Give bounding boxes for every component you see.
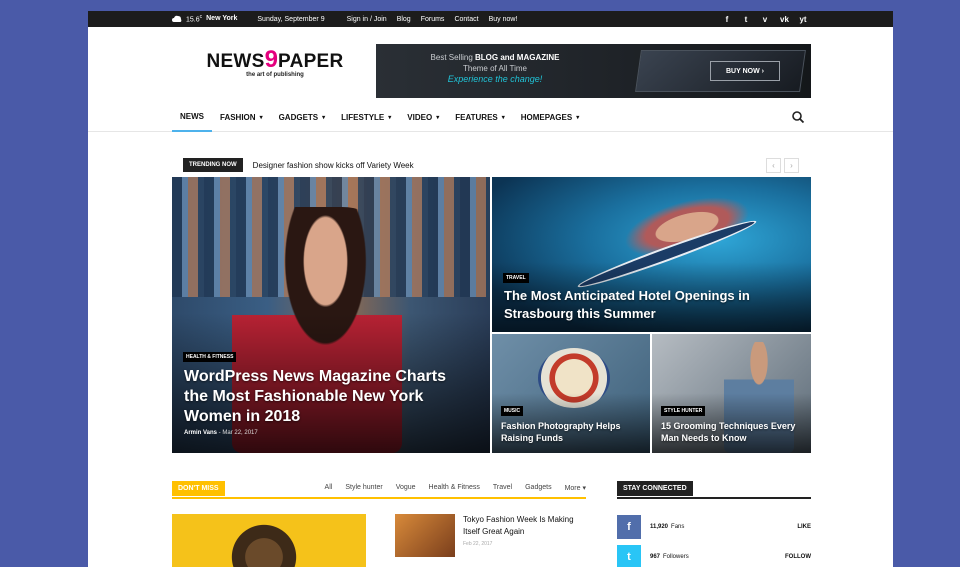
featured-post-big[interactable]: HEALTH & FITNESS WordPress News Magazine… [172,177,490,453]
trending-now-bar: TRENDING NOW Designer fashion show kicks… [172,154,811,176]
chevron-down-icon: ▾ [436,114,440,121]
tab-vogue[interactable]: Vogue [396,484,416,492]
browser-page: 15.6c New York Sunday, September 9 Sign … [88,11,893,567]
post-date: Mar 22, 2017 [222,430,258,436]
facebook-icon[interactable]: f [617,515,641,539]
nav-item-video[interactable]: VIDEO ▾ [399,102,447,132]
buy-now-button[interactable]: BUY NOW › [710,61,780,81]
next-arrow-button[interactable]: › [784,158,799,173]
stay-connected-label: STAY CONNECTED [617,481,693,496]
featured-post-travel[interactable]: TRAVEL The Most Anticipated Hotel Openin… [492,177,811,332]
chevron-down-icon: ▾ [322,114,326,121]
weather-location: New York [206,15,238,23]
tab-gadgets[interactable]: Gadgets [525,484,551,492]
category-badge[interactable]: HEALTH & FITNESS [183,352,237,362]
featured-post-style[interactable]: STYLE HUNTER 15 Grooming Techniques Ever… [652,334,811,453]
trending-headline[interactable]: Designer fashion show kicks off Variety … [253,161,414,170]
category-badge[interactable]: TRAVEL [503,273,529,283]
side-post-thumbnail[interactable] [395,514,455,557]
trending-arrows: ‹ › [766,158,799,173]
side-post: Tokyo Fashion Week Is Making Itself Grea… [463,514,588,547]
side-post-title[interactable]: Tokyo Fashion Week Is Making Itself Grea… [463,514,588,538]
vimeo-icon[interactable]: v [761,15,769,24]
chevron-down-icon: ▾ [501,114,505,121]
youtube-icon[interactable]: yt [799,15,807,24]
top-link-signin[interactable]: Sign in / Join [347,16,387,23]
top-link-forums[interactable]: Forums [421,16,445,23]
social-count: 11,920 Fans [650,524,685,530]
dont-miss-header: DON'T MISS All Style hunter Vogue Health… [172,481,586,499]
side-post-date: Feb 22, 2017 [463,541,493,547]
search-icon[interactable] [791,110,805,124]
nav-item-fashion[interactable]: FASHION ▾ [212,102,271,132]
nav-item-features[interactable]: FEATURES ▾ [447,102,513,132]
header-ad-banner[interactable]: Best Selling BLOG and MAGAZINE Theme of … [376,44,811,98]
prev-arrow-button[interactable]: ‹ [766,158,781,173]
tab-style-hunter[interactable]: Style hunter [345,484,382,492]
nav-item-gadgets[interactable]: GADGETS ▾ [271,102,334,132]
like-button[interactable]: LIKE [797,524,811,530]
tab-more[interactable]: More ▾ [565,484,586,492]
twitter-icon[interactable]: t [617,545,641,567]
logo-nine: 9 [264,46,278,73]
dont-miss-tabs: All Style hunter Vogue Health & Fitness … [325,484,586,492]
featured-post-music[interactable]: MUSIC Fashion Photography Helps Raising … [492,334,650,453]
follow-button[interactable]: FOLLOW [785,554,811,560]
top-link-contact[interactable]: Contact [454,16,478,23]
top-menu: Sign in / Join Blog Forums Contact Buy n… [347,16,518,23]
banner-text: Best Selling BLOG and MAGAZINE Theme of … [430,53,560,84]
logo-word-right: PAPER [278,51,344,72]
facebook-icon[interactable]: f [723,15,731,24]
post-title[interactable]: Fashion Photography Helps Raising Funds [501,420,641,444]
dont-miss-label: DON'T MISS [172,481,225,496]
tab-all[interactable]: All [325,484,333,492]
nav-item-lifestyle[interactable]: LIFESTYLE ▾ [333,102,399,132]
top-bar: 15.6c New York Sunday, September 9 Sign … [88,11,893,27]
top-link-blog[interactable]: Blog [397,16,411,23]
main-navigation: NEWS FASHION ▾ GADGETS ▾ LIFESTYLE ▾ VIDEO ▾… [88,102,893,132]
post-meta: Armin Vans - Mar 22, 2017 [184,430,258,436]
chevron-down-icon: ▾ [576,114,580,121]
social-counter-facebook: f 11,920 Fans LIKE [617,515,811,539]
tab-health-fitness[interactable]: Health & Fitness [429,484,480,492]
logo-word-left: NEWS [206,51,265,72]
site-logo[interactable]: NEWS9PAPER the art of publishing [200,46,350,78]
social-counter-twitter: t 967 Followers FOLLOW [617,545,811,567]
tab-travel[interactable]: Travel [493,484,512,492]
top-link-buy-now[interactable]: Buy now! [489,16,518,23]
category-badge[interactable]: STYLE HUNTER [661,406,706,416]
site-header: NEWS9PAPER the art of publishing Best Se… [88,27,893,102]
post-title[interactable]: The Most Anticipated Hotel Openings in S… [504,287,794,323]
post-author[interactable]: Armin Vans [184,430,217,436]
twitter-icon[interactable]: t [742,15,750,24]
image-curly-hair [224,522,304,567]
post-title[interactable]: 15 Grooming Techniques Every Man Needs t… [661,420,806,444]
chevron-down-icon: ▾ [388,114,392,121]
current-date: Sunday, September 9 [257,15,325,23]
top-social-icons: f t v vk yt [723,11,807,27]
vk-icon[interactable]: vk [780,15,789,24]
weather-icon [172,15,182,22]
social-count: 967 Followers [650,554,689,560]
dont-miss-main-image[interactable] [172,514,366,567]
trending-label: TRENDING NOW [183,158,243,172]
nav-item-homepages[interactable]: HOMEPAGES ▾ [513,102,587,132]
nav-item-news[interactable]: NEWS [172,102,212,132]
post-title[interactable]: WordPress News Magazine Charts the Most … [184,367,464,427]
chevron-down-icon: ▾ [259,114,263,121]
stay-connected-header: STAY CONNECTED [617,481,811,499]
temperature: 15.6c [186,14,203,24]
category-badge[interactable]: MUSIC [501,406,524,416]
weather-widget: 15.6c New York [172,14,238,24]
